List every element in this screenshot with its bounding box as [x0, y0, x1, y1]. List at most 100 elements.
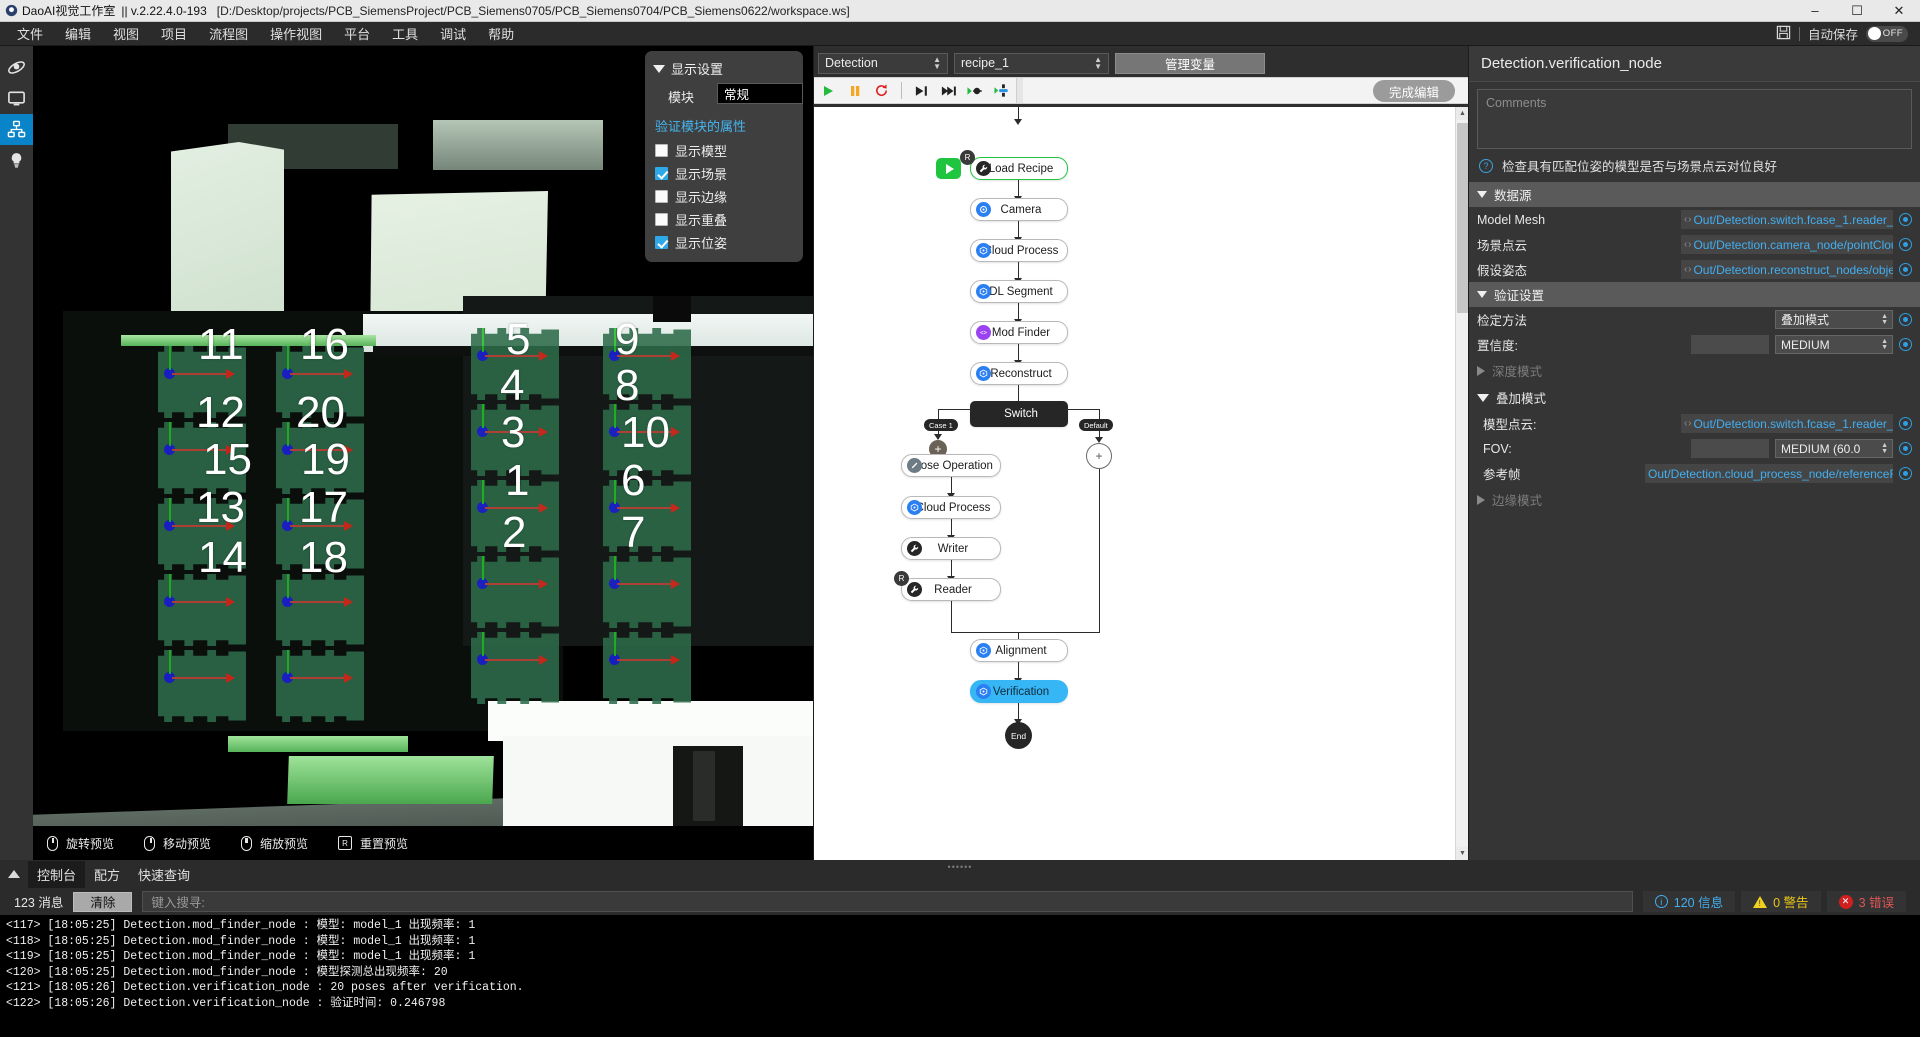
menu-item-project[interactable]: 项目	[150, 21, 198, 46]
checkbox-show-scene[interactable]	[655, 167, 668, 180]
model-mesh-input[interactable]: ‹ › Out/Detection.switch.fcase_1.reader_…	[1681, 210, 1893, 229]
model-cloud-input[interactable]: ‹ › Out/Detection.switch.fcase_1.reader_…	[1681, 414, 1893, 433]
pause-button[interactable]	[841, 78, 868, 103]
checkbox-show-overlap[interactable]	[655, 213, 668, 226]
node-cloud-process-2[interactable]: Cloud Process	[901, 496, 1001, 519]
recipe-select[interactable]: recipe_1 ▲ ▼	[954, 52, 1109, 74]
section-edge-mode[interactable]: 边缘模式	[1469, 486, 1920, 513]
node-switch[interactable]: Switch	[970, 401, 1068, 427]
display-settings-header[interactable]: 显示设置	[645, 57, 803, 83]
model-cloud-toggle[interactable]	[1899, 417, 1912, 430]
tab-module[interactable]: 模块	[645, 83, 717, 110]
checkbox-show-model[interactable]	[655, 144, 668, 157]
checkbox-row-show-overlap[interactable]: 显示重叠	[645, 208, 803, 231]
node-verification[interactable]: Verification	[970, 680, 1068, 703]
project-select[interactable]: Detection ▲ ▼	[818, 52, 948, 74]
check-method-select[interactable]: 叠加模式 ▲ ▼	[1775, 310, 1893, 329]
menu-item-flowchart[interactable]: 流程图	[198, 21, 259, 46]
menu-item-operation-view[interactable]: 操作视图	[259, 21, 333, 46]
node-end[interactable]: End	[1005, 722, 1032, 749]
step-over-button[interactable]	[908, 78, 935, 103]
model-mesh-toggle[interactable]	[1899, 213, 1912, 226]
confidence-select[interactable]: MEDIUM ▲ ▼	[1775, 335, 1893, 354]
display-settings-panel[interactable]: 显示设置 模块 常规 验证模块的属性 显示模型 显示场景 显示边缘 显示重叠 显…	[645, 51, 803, 262]
run-from-node-button[interactable]	[989, 78, 1016, 103]
comments-field[interactable]: Comments	[1477, 89, 1912, 149]
chevron-down-icon[interactable]	[1477, 291, 1487, 298]
step-forward-button[interactable]	[935, 78, 962, 103]
chevron-down-icon[interactable]	[653, 64, 665, 73]
run-from-start-button[interactable]	[936, 158, 961, 179]
tab-quick-query[interactable]: 快速查询	[129, 861, 199, 888]
point-cloud-viewport[interactable]: 11 12 15 13 14 16 20 19 17 18 5 4 3 1 2 …	[33, 46, 813, 860]
chevron-down-icon[interactable]	[1477, 191, 1487, 198]
search-input[interactable]: 键入搜寻:	[142, 891, 1633, 912]
flowchart-canvas[interactable]: R Load Recipe Camera Cloud Process DL Se…	[814, 107, 1468, 860]
node-dl-segment[interactable]: DL Segment	[970, 280, 1068, 303]
node-reader[interactable]: Reader	[901, 578, 1001, 601]
rail-item-flowchart[interactable]	[0, 114, 33, 145]
fov-toggle[interactable]	[1899, 442, 1912, 455]
checkbox-row-show-pose[interactable]: 显示位姿	[645, 231, 803, 254]
flowchart-scrollbar[interactable]: ▲ ▼	[1455, 107, 1469, 860]
section-depth-mode[interactable]: 深度模式	[1469, 357, 1920, 384]
rail-item-vision[interactable]	[0, 52, 33, 83]
node-mod-finder[interactable]: <> Mod Finder	[970, 321, 1068, 344]
node-reconstruct[interactable]: Reconstruct	[970, 362, 1068, 385]
status-badge-warning[interactable]: 0 警告	[1741, 891, 1821, 912]
close-button[interactable]: ✕	[1878, 0, 1920, 22]
run-to-node-button[interactable]	[962, 78, 989, 103]
confidence-toggle[interactable]	[1899, 338, 1912, 351]
rail-item-hints[interactable]	[0, 145, 33, 176]
chevron-right-icon[interactable]	[1477, 365, 1485, 376]
reference-frame-toggle[interactable]	[1899, 467, 1912, 480]
panel-resize-grip[interactable]: ••••••	[948, 862, 973, 872]
console-log[interactable]: <117> [18:05:25] Detection.mod_finder_no…	[0, 915, 1920, 1037]
hypothesis-pose-toggle[interactable]	[1899, 263, 1912, 276]
add-node-button-default[interactable]: +	[1086, 443, 1112, 469]
manage-variables-button[interactable]: 管理变量	[1115, 52, 1265, 74]
menu-item-view[interactable]: 视图	[102, 21, 150, 46]
fov-select[interactable]: MEDIUM (60.0 ▲ ▼	[1775, 439, 1893, 458]
maximize-button[interactable]: ☐	[1836, 0, 1878, 22]
checkbox-show-edge[interactable]	[655, 190, 668, 203]
collapse-icon[interactable]	[8, 870, 20, 878]
tab-recipe[interactable]: 配方	[85, 861, 129, 888]
checkbox-row-show-scene[interactable]: 显示场景	[645, 162, 803, 185]
toolbar-grip[interactable]	[1016, 78, 1023, 103]
checkbox-show-pose[interactable]	[655, 236, 668, 249]
node-writer[interactable]: Writer	[901, 537, 1001, 560]
run-button[interactable]	[814, 78, 841, 103]
reference-frame-input[interactable]: Out/Detection.cloud_process_node/referen…	[1645, 464, 1893, 483]
menu-item-tools[interactable]: 工具	[381, 21, 429, 46]
node-alignment[interactable]: Alignment	[970, 639, 1068, 662]
node-camera[interactable]: Camera	[970, 198, 1068, 221]
section-datasource[interactable]: 数据源	[1469, 182, 1920, 207]
finish-edit-button[interactable]: 完成编辑	[1372, 80, 1455, 102]
chevron-right-icon[interactable]	[1477, 494, 1485, 505]
scene-cloud-toggle[interactable]	[1899, 238, 1912, 251]
menu-item-help[interactable]: 帮助	[477, 21, 525, 46]
fov-numeric-input[interactable]	[1691, 439, 1769, 458]
checkbox-row-show-model[interactable]: 显示模型	[645, 139, 803, 162]
node-pose-operation[interactable]: Pose Operation	[901, 454, 1001, 477]
checkbox-row-show-edge[interactable]: 显示边缘	[645, 185, 803, 208]
menu-item-file[interactable]: 文件	[6, 21, 54, 46]
hypothesis-pose-input[interactable]: ‹ › Out/Detection.reconstruct_nodes/obje…	[1681, 260, 1893, 279]
menu-item-debug[interactable]: 调试	[429, 21, 477, 46]
autosave-toggle[interactable]: OFF	[1866, 25, 1908, 42]
scrollbar-thumb[interactable]	[1457, 123, 1468, 313]
clear-button[interactable]: 清除	[73, 891, 133, 912]
minimize-button[interactable]: –	[1794, 0, 1836, 22]
scene-cloud-input[interactable]: ‹ › Out/Detection.camera_node/pointCloud	[1681, 235, 1893, 254]
confidence-numeric-input[interactable]	[1691, 335, 1769, 354]
node-load-recipe[interactable]: Load Recipe	[970, 157, 1068, 180]
section-verification-settings[interactable]: 验证设置	[1469, 282, 1920, 307]
menu-item-edit[interactable]: 编辑	[54, 21, 102, 46]
check-method-toggle[interactable]	[1899, 313, 1912, 326]
node-cloud-process-1[interactable]: Cloud Process	[970, 239, 1068, 262]
status-badge-info[interactable]: i 120 信息	[1642, 891, 1736, 912]
restart-button[interactable]	[868, 78, 895, 103]
status-badge-error[interactable]: ✕ 3 错误	[1826, 891, 1906, 912]
autosave-control[interactable]: 自动保存 OFF	[1776, 24, 1920, 43]
